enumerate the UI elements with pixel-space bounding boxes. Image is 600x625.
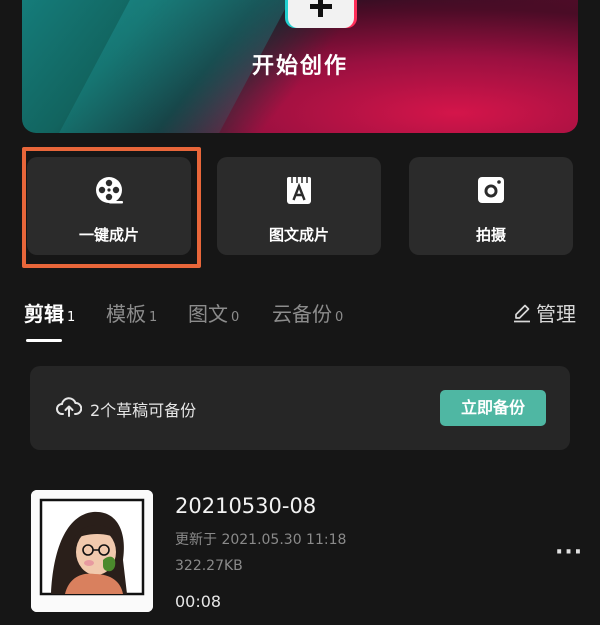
project-title: 20210530-08	[175, 494, 317, 518]
tab-cloud-backup[interactable]: 云备份 0	[272, 298, 343, 327]
manage-button[interactable]: 管理	[512, 298, 576, 327]
camera-icon	[478, 177, 504, 203]
backup-banner: 2个草稿可备份 立即备份	[30, 366, 570, 450]
text-to-video-button[interactable]: 图文成片	[217, 157, 381, 255]
project-duration: 00:08	[175, 592, 222, 611]
project-thumbnail-image	[31, 490, 153, 612]
start-creation-title: 开始创作	[251, 54, 348, 79]
active-tab-indicator	[26, 339, 62, 342]
text-to-video-label: 图文成片	[268, 226, 329, 244]
tab-edit[interactable]: 剪辑 1	[24, 298, 75, 327]
cloud-upload-icon	[56, 397, 82, 417]
more-icon[interactable]: ···	[555, 540, 583, 565]
text-to-video-icon	[287, 177, 311, 204]
plus-icon[interactable]	[288, 0, 354, 28]
highlight-frame	[22, 147, 201, 268]
project-thumbnail[interactable]	[31, 490, 153, 612]
tab-templates[interactable]: 模板 1	[106, 298, 157, 327]
edit-icon	[514, 304, 530, 322]
shoot-label: 拍摄	[475, 226, 506, 244]
project-size: 322.27KB	[175, 558, 243, 574]
project-updated: 更新于 2021.05.30 11:18	[175, 532, 347, 548]
backup-now-button[interactable]: 立即备份	[440, 390, 546, 426]
tab-image-text[interactable]: 图文 0	[188, 298, 239, 327]
backup-message: 2个草稿可备份	[90, 401, 197, 420]
start-creation-card[interactable]: 开始创作	[22, 0, 578, 133]
shoot-button[interactable]: 拍摄	[409, 157, 573, 255]
manage-label: 管理	[536, 302, 576, 326]
